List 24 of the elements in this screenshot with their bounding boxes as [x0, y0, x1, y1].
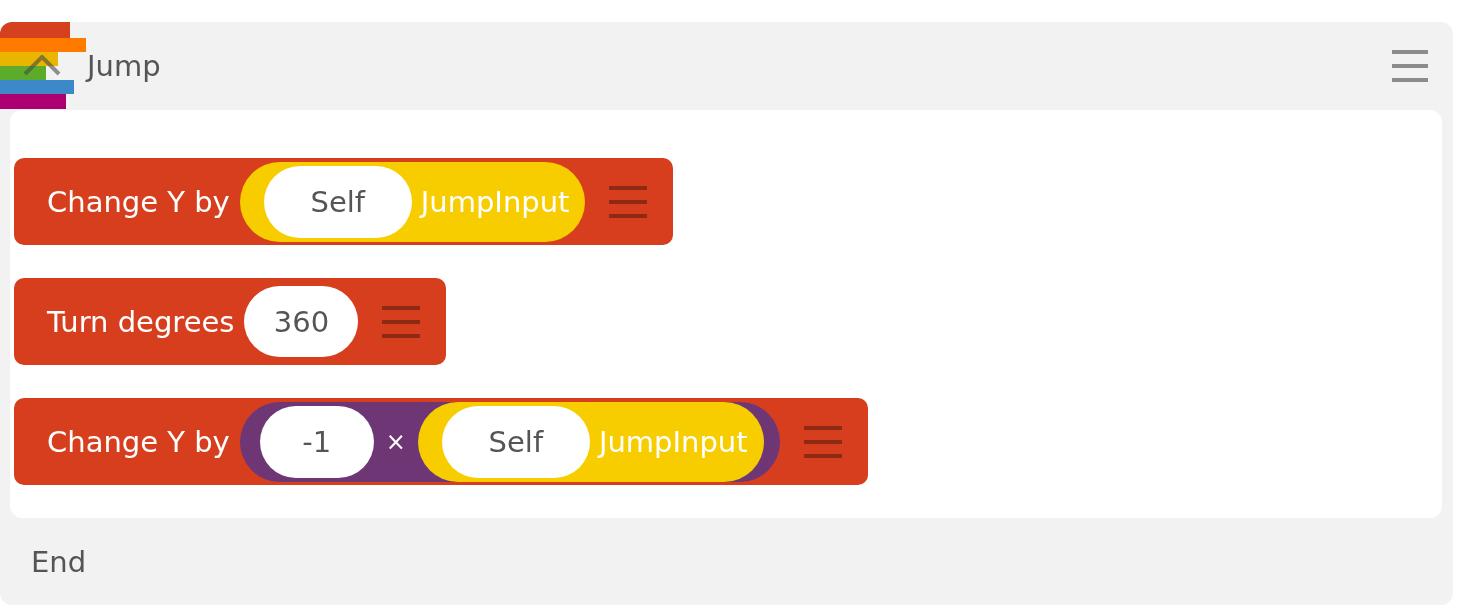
number-field[interactable]: -1 — [259, 405, 374, 478]
object-pill[interactable]: Self — [441, 405, 590, 478]
menu-icon[interactable] — [1392, 50, 1428, 82]
command-block[interactable]: Change Y by Self JumpInput — [14, 158, 674, 245]
script-title: Jump — [87, 49, 161, 83]
block-label: Turn degrees — [47, 304, 235, 339]
operator-pill[interactable]: -1 × Self JumpInput — [239, 401, 780, 482]
block-label: Change Y by — [47, 184, 230, 219]
menu-icon[interactable] — [609, 185, 648, 218]
number-field[interactable]: 360 — [244, 286, 359, 357]
command-block[interactable]: Change Y by -1 × Self JumpInput — [14, 398, 868, 485]
object-pill[interactable]: Self — [263, 165, 412, 238]
variable-pill[interactable]: Self JumpInput — [239, 161, 586, 242]
command-block[interactable]: Turn degrees 360 — [14, 278, 447, 365]
variable-pill[interactable]: Self JumpInput — [417, 401, 764, 482]
block-label: Change Y by — [47, 424, 230, 459]
variable-name: JumpInput — [420, 184, 570, 219]
end-label: End — [31, 544, 87, 579]
rainbow-stripes-icon — [0, 22, 86, 109]
chevron-up-icon[interactable] — [23, 55, 61, 76]
variable-name: JumpInput — [598, 424, 748, 459]
operator-sign: × — [385, 427, 406, 456]
menu-icon[interactable] — [803, 425, 842, 458]
menu-icon[interactable] — [382, 305, 421, 338]
